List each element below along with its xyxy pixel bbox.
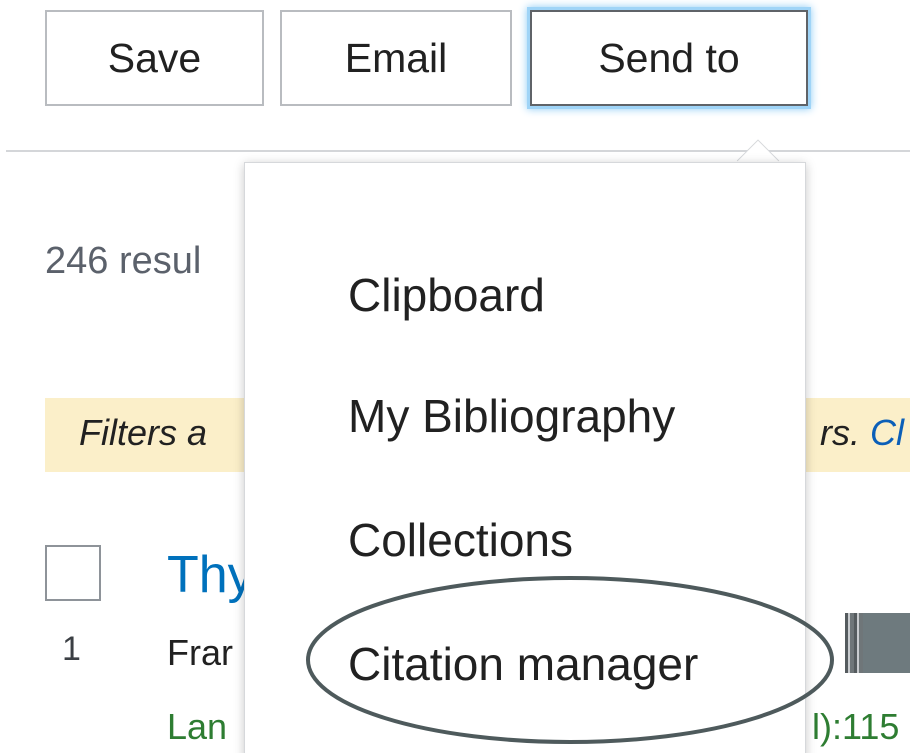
send-to-dropdown: Clipboard My Bibliography Collections Ci… bbox=[244, 162, 806, 753]
menu-item-citation-manager[interactable]: Citation manager bbox=[348, 637, 698, 691]
result-checkbox[interactable] bbox=[45, 545, 101, 601]
filter-banner-tail-text: rs. bbox=[820, 412, 870, 453]
result-authors: Frar bbox=[167, 632, 233, 673]
result-journal-tail: l):115 bbox=[812, 706, 900, 747]
send-to-button[interactable]: Send to bbox=[530, 10, 808, 106]
email-button[interactable]: Email bbox=[280, 10, 512, 106]
results-count: 246 resul bbox=[45, 240, 202, 282]
menu-item-collections[interactable]: Collections bbox=[348, 513, 573, 567]
figure-thumbnail-icon[interactable] bbox=[845, 613, 910, 673]
result-number: 1 bbox=[62, 630, 81, 668]
filter-banner-link[interactable]: Cl bbox=[870, 412, 904, 453]
filter-banner-tail: rs. Cl bbox=[820, 412, 904, 454]
save-button[interactable]: Save bbox=[45, 10, 264, 106]
menu-item-my-bibliography[interactable]: My Bibliography bbox=[348, 389, 675, 443]
page: Save Email Send to 246 resul Filters a r… bbox=[0, 0, 910, 753]
toolbar-divider bbox=[6, 150, 910, 152]
result-title-link[interactable]: Thy bbox=[167, 545, 254, 605]
result-journal: Lan bbox=[167, 706, 228, 747]
filter-banner-text: Filters a bbox=[79, 412, 208, 453]
menu-item-clipboard[interactable]: Clipboard bbox=[348, 268, 545, 322]
